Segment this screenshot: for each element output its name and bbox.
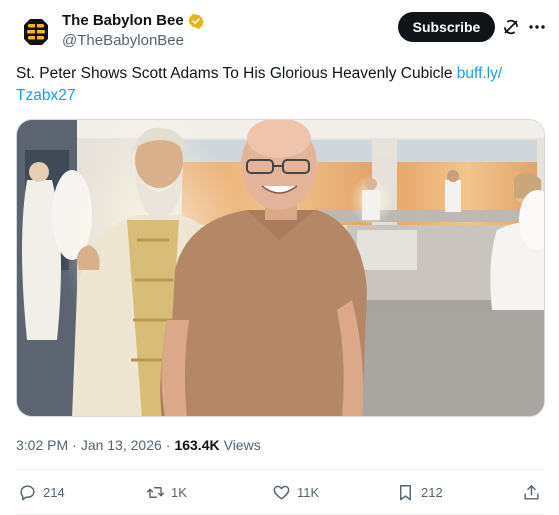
divider [16,469,544,470]
tweet-link-part2[interactable]: Tzabx27 [16,87,75,104]
views-count[interactable]: 163.4K [174,437,219,453]
bee-logo-icon [16,12,56,52]
meta-separator: · [165,437,171,453]
bookmark-count: 212 [421,485,443,500]
bookmark-icon [400,485,411,501]
tweet-body: St. Peter Shows Scott Adams To His Glori… [16,65,457,82]
share-button[interactable] [522,483,541,502]
reply-button[interactable]: 214 [18,483,65,502]
meta-separator: · [72,437,77,453]
tweet-image[interactable] [16,119,545,417]
avatar[interactable] [16,12,56,52]
tweet-date[interactable]: Jan 13, 2026 [81,437,162,453]
tweet-card: The Babylon Bee @TheBabylonBee Subscribe… [0,0,559,515]
bookmark-button[interactable]: 212 [396,483,443,502]
share-icon [524,485,539,500]
author-name-row[interactable]: The Babylon Bee [62,12,204,29]
repost-button[interactable]: 1K [146,483,187,502]
display-name[interactable]: The Babylon Bee [62,12,184,29]
grok-icon[interactable] [501,17,521,37]
reply-icon [20,485,35,501]
like-button[interactable]: 11K [272,483,319,502]
like-count: 11K [297,485,320,500]
tweet-meta: 3:02 PM · Jan 13, 2026 · 163.4K Views [16,437,261,453]
views-label: Views [223,437,261,453]
tweet-text: St. Peter Shows Scott Adams To His Glori… [16,63,536,107]
verified-badge-icon[interactable] [187,13,204,29]
repost-icon [146,487,165,498]
tweet-time[interactable]: 3:02 PM [16,437,68,453]
repost-count: 1K [171,485,187,500]
heart-icon [273,485,290,500]
more-icon[interactable] [527,17,547,37]
reply-count: 214 [43,485,65,500]
tweet-link-part1[interactable]: buff.ly/ [457,65,502,82]
handle[interactable]: @TheBabylonBee [62,32,184,49]
subscribe-button[interactable]: Subscribe [398,12,495,42]
